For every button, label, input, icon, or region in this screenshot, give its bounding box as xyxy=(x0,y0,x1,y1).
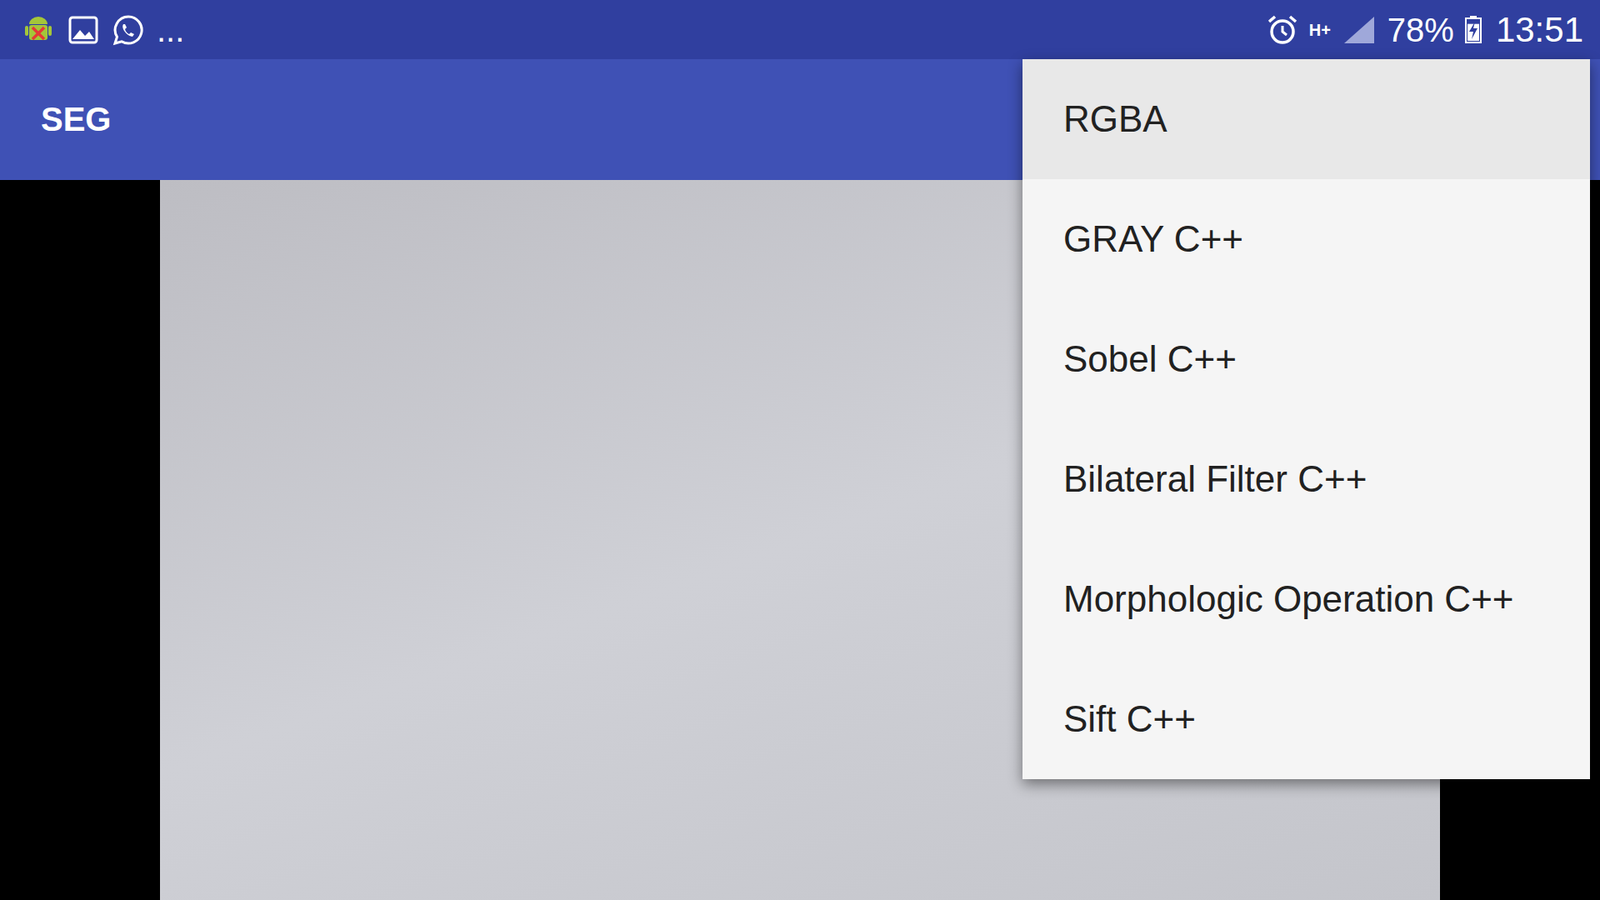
android-debug-icon xyxy=(21,13,55,47)
image-icon xyxy=(66,13,100,47)
menu-item[interactable]: Morphologic Operation C++ xyxy=(1022,539,1590,660)
system-icons: H+ 78% 13:51 xyxy=(1265,12,1584,48)
menu-item-label: Morphologic Operation C++ xyxy=(1063,578,1515,620)
menu-item-label: Bilateral Filter C++ xyxy=(1063,458,1367,500)
screen: ... H+ 78% 13:51 SEG RGBA GRAY C++ Sobel C++ Bil… xyxy=(0,0,1600,900)
more-notifications: ... xyxy=(156,13,185,47)
network-type: H+ xyxy=(1309,21,1331,39)
menu-item[interactable]: GRAY C++ xyxy=(1022,179,1590,300)
clock: 13:51 xyxy=(1495,12,1584,48)
status-bar: ... H+ 78% 13:51 xyxy=(0,0,1600,60)
alarm-icon xyxy=(1265,13,1300,47)
overflow-menu: RGBA GRAY C++ Sobel C++ Bilateral Filter C+… xyxy=(1022,59,1590,780)
whatsapp-icon xyxy=(111,13,145,47)
menu-item-label: RGBA xyxy=(1063,98,1168,140)
battery-percent: 78% xyxy=(1387,13,1455,47)
menu-item-label: GRAY C++ xyxy=(1063,218,1244,260)
menu-item[interactable]: Sift C++ xyxy=(1022,659,1590,780)
menu-item[interactable]: Bilateral Filter C++ xyxy=(1022,419,1590,540)
menu-item[interactable]: RGBA xyxy=(1022,59,1590,180)
signal-icon xyxy=(1340,13,1378,47)
menu-item[interactable]: Sobel C++ xyxy=(1022,299,1590,420)
menu-item-label: Sift C++ xyxy=(1063,698,1196,740)
notification-area: ... xyxy=(21,13,185,47)
app-title: SEG xyxy=(40,100,111,139)
battery-icon xyxy=(1464,13,1483,47)
menu-item-label: Sobel C++ xyxy=(1063,338,1237,380)
